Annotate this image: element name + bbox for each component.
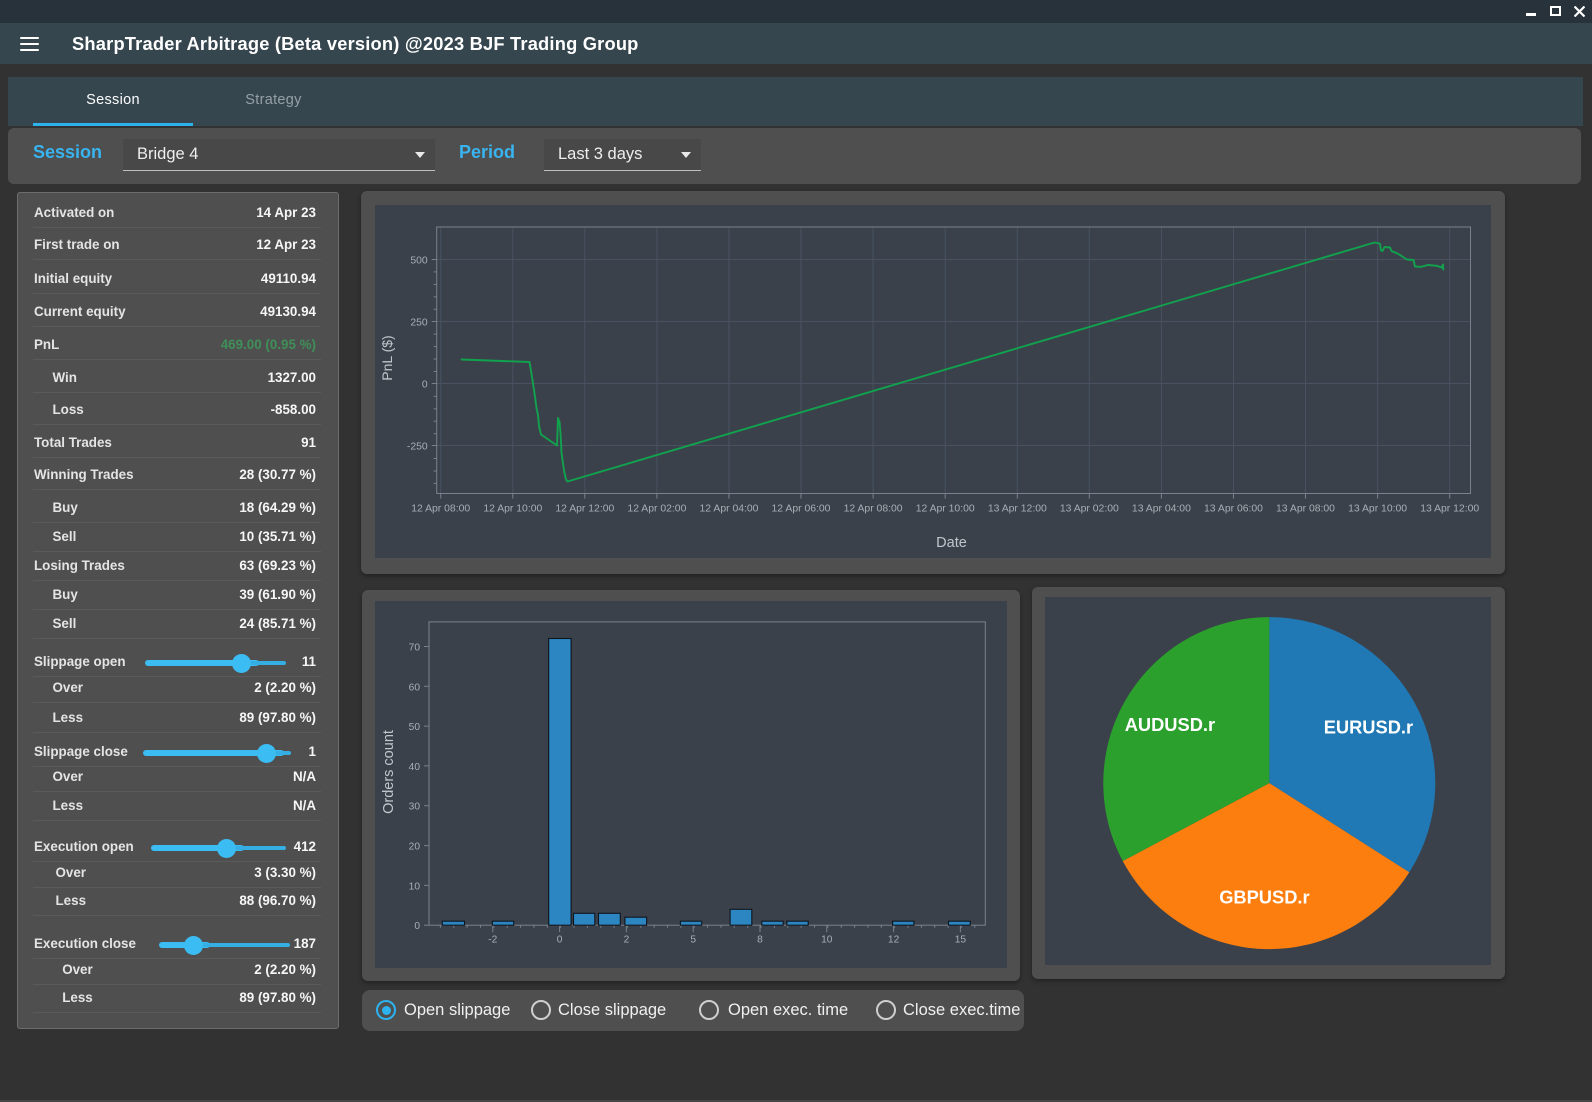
svg-text:13 Apr 12:00: 13 Apr 12:00 [988,504,1047,515]
svg-text:15: 15 [955,935,967,946]
svg-text:12 Apr 02:00: 12 Apr 02:00 [627,504,686,515]
svg-text:20: 20 [409,842,421,853]
svg-text:-2: -2 [488,935,497,946]
svg-text:30: 30 [409,802,421,813]
svg-text:12 Apr 10:00: 12 Apr 10:00 [916,504,975,515]
svg-text:PnL ($): PnL ($) [379,335,395,380]
svg-text:13 Apr 10:00: 13 Apr 10:00 [1348,504,1407,515]
svg-text:Date: Date [936,535,967,551]
svg-text:13 Apr 02:00: 13 Apr 02:00 [1060,504,1119,515]
svg-text:60: 60 [409,682,421,693]
svg-text:-250: -250 [407,442,428,453]
svg-text:0: 0 [414,921,420,932]
svg-text:8: 8 [757,935,763,946]
svg-text:GBPUSD.r: GBPUSD.r [1219,886,1309,907]
svg-text:5: 5 [690,935,696,946]
svg-text:10: 10 [821,935,833,946]
svg-text:500: 500 [410,256,428,267]
svg-text:50: 50 [409,722,421,733]
svg-text:12 Apr 10:00: 12 Apr 10:00 [483,504,542,515]
svg-text:40: 40 [409,762,421,773]
svg-text:13 Apr 08:00: 13 Apr 08:00 [1276,504,1335,515]
svg-text:12 Apr 12:00: 12 Apr 12:00 [555,504,614,515]
svg-text:2: 2 [624,935,630,946]
svg-text:13 Apr 04:00: 13 Apr 04:00 [1132,504,1191,515]
svg-text:10: 10 [409,881,421,892]
svg-text:12: 12 [888,935,900,946]
svg-text:0: 0 [422,380,428,391]
svg-text:12 Apr 06:00: 12 Apr 06:00 [772,504,831,515]
svg-text:13 Apr 12:00: 13 Apr 12:00 [1420,504,1479,515]
svg-text:12 Apr 08:00: 12 Apr 08:00 [411,504,470,515]
svg-text:EURUSD.r: EURUSD.r [1324,717,1413,738]
svg-text:12 Apr 08:00: 12 Apr 08:00 [844,504,903,515]
svg-text:AUDUSD.r: AUDUSD.r [1125,714,1215,735]
svg-text:70: 70 [409,643,421,654]
svg-text:Orders count: Orders count [381,730,397,814]
svg-text:12 Apr 04:00: 12 Apr 04:00 [700,504,759,515]
svg-text:250: 250 [410,318,428,329]
svg-text:0: 0 [557,935,563,946]
svg-text:13 Apr 06:00: 13 Apr 06:00 [1204,504,1263,515]
